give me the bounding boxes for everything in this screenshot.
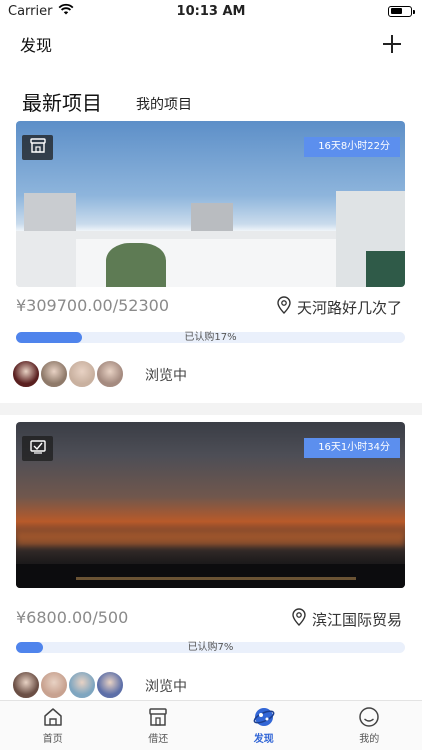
page-title: 发现 [20, 36, 53, 55]
tab-label: 我的 [359, 734, 380, 745]
wifi-icon [58, 3, 74, 19]
store-icon [147, 706, 169, 728]
project-photo[interactable]: 16天1小时34分 [16, 422, 405, 588]
checkbox-icon [29, 439, 47, 459]
project-location[interactable]: 天河路好几次了 [277, 296, 402, 318]
tab-label: 首页 [42, 734, 63, 745]
status-bar: Carrier 10:13 AM [0, 0, 422, 22]
home-icon [42, 706, 64, 728]
screen: Carrier 10:13 AM 发现 最新项目 我的项目 16天8小时22分 … [0, 0, 422, 750]
subscription-progress: 已认购7% [16, 642, 405, 653]
location-pin-icon [277, 296, 291, 318]
add-project-button[interactable] [380, 32, 404, 56]
project-tabs: 最新项目 我的项目 [22, 86, 192, 118]
bottom-tab-bar: 首页 借还 发现 我的 [0, 700, 422, 750]
viewer-avatars[interactable] [11, 359, 125, 389]
avatar[interactable] [67, 359, 97, 389]
tab-discover[interactable]: 发现 [211, 701, 317, 750]
avatar[interactable] [67, 670, 97, 700]
battery-icon [388, 5, 415, 17]
tab-label: 借还 [148, 734, 169, 745]
location-text: 滨江国际贸易 [311, 610, 402, 629]
subscription-progress: 已认购17% [16, 332, 405, 343]
avatar[interactable] [95, 670, 125, 700]
project-card[interactable]: 16天8小时22分 ¥309700.00/52300 天河路好几次了 已认购17… [0, 121, 422, 403]
project-price: ¥6800.00/500 [16, 608, 129, 627]
project-feed[interactable]: 16天8小时22分 ¥309700.00/52300 天河路好几次了 已认购17… [0, 121, 422, 700]
discover-icon [253, 706, 275, 728]
tab-profile[interactable]: 我的 [317, 701, 422, 750]
viewer-avatars[interactable] [11, 670, 125, 700]
tab-my-projects[interactable]: 我的项目 [136, 92, 192, 118]
avatar[interactable] [11, 359, 41, 389]
category-badge [22, 135, 53, 160]
tab-latest-projects[interactable]: 最新项目 [22, 88, 102, 118]
location-pin-icon [292, 608, 306, 630]
avatar[interactable] [39, 359, 69, 389]
avatar[interactable] [39, 670, 69, 700]
project-photo[interactable]: 16天8小时22分 [16, 121, 405, 287]
project-card[interactable]: 16天1小时34分 ¥6800.00/500 滨江国际贸易 已认购7% 浏览中 [0, 422, 422, 700]
avatar[interactable] [95, 359, 125, 389]
remaining-time-badge: 16天1小时34分 [304, 438, 400, 458]
store-icon [29, 137, 47, 158]
remaining-time-badge: 16天8小时22分 [304, 137, 400, 157]
tab-borrow-return[interactable]: 借还 [106, 701, 212, 750]
location-text: 天河路好几次了 [296, 298, 402, 317]
viewer-status: 浏览中 [145, 368, 187, 384]
nav-bar: 发现 [0, 22, 422, 66]
progress-label: 已认购17% [184, 332, 237, 343]
card-separator [0, 403, 422, 415]
tab-home[interactable]: 首页 [0, 701, 106, 750]
viewer-status: 浏览中 [145, 679, 187, 695]
project-location[interactable]: 滨江国际贸易 [292, 608, 402, 630]
category-badge [22, 436, 53, 461]
tab-label: 发现 [253, 734, 274, 745]
project-price: ¥309700.00/52300 [16, 296, 169, 315]
profile-icon [358, 706, 380, 728]
avatar[interactable] [11, 670, 41, 700]
progress-label: 已认购7% [187, 642, 234, 653]
status-left: Carrier [8, 3, 74, 19]
carrier-label: Carrier [8, 3, 53, 19]
